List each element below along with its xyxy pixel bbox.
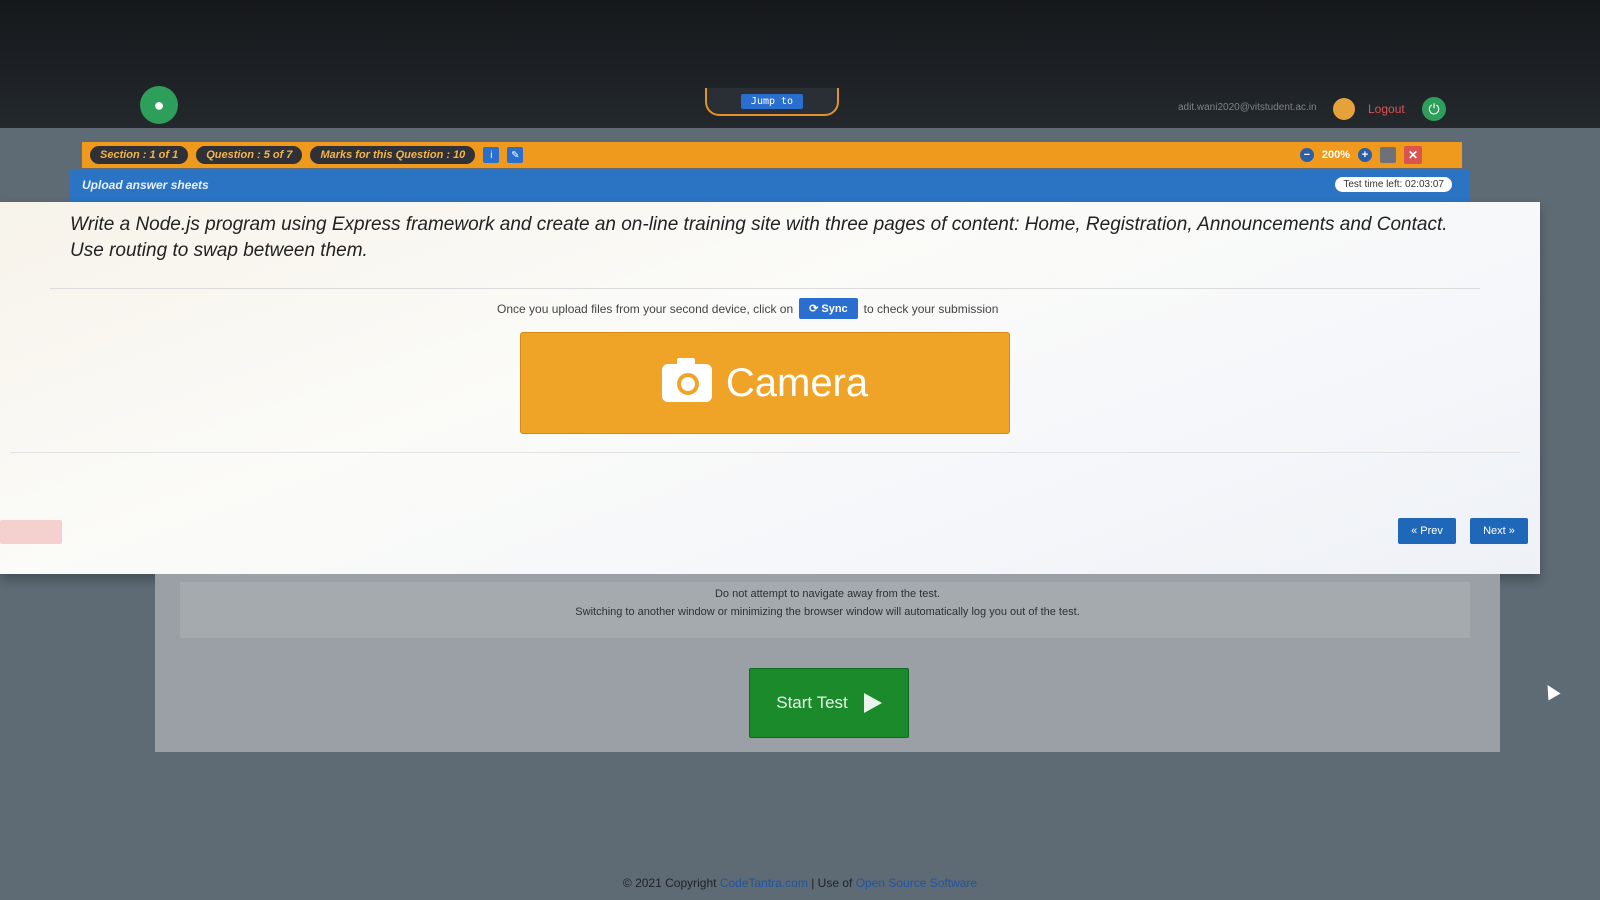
divider: [10, 452, 1520, 453]
sync-button[interactable]: ⟳ Sync: [799, 298, 858, 319]
logout-link[interactable]: Logout: [1368, 102, 1405, 116]
page-title: Upload answer sheets: [82, 178, 209, 192]
calculator-icon[interactable]: [1380, 147, 1396, 163]
refresh-icon: ⟳: [809, 303, 819, 315]
zoom-control: − 200% + ✕: [1299, 146, 1422, 164]
start-test-button[interactable]: Start Test: [749, 668, 909, 738]
comment-icon[interactable]: ✎: [507, 147, 524, 163]
title-bar: Upload answer sheets Test time left: 02:…: [70, 170, 1470, 202]
zoom-out-icon[interactable]: −: [1299, 148, 1314, 162]
mouse-cursor-icon: [1541, 681, 1561, 701]
footer: © 2021 Copyright CodeTantra.com | Use of…: [0, 876, 1600, 890]
timer-badge: Test time left: 02:03:07: [1335, 177, 1452, 192]
codetantra-link[interactable]: CodeTantra.com: [720, 876, 808, 890]
open-source-link[interactable]: Open Source Software: [856, 876, 977, 890]
section-bar: Section : 1 of 1 Question : 5 of 7 Marks…: [82, 142, 1462, 168]
warning-line-1: Do not attempt to navigate away from the…: [714, 588, 940, 600]
close-icon[interactable]: ✕: [1404, 146, 1422, 164]
power-icon[interactable]: ⏻: [1422, 97, 1446, 121]
zoom-level: 200%: [1321, 149, 1350, 161]
next-button[interactable]: Next »: [1470, 518, 1528, 544]
question-badge: Question : 5 of 7: [196, 146, 303, 164]
marks-badge: Marks for this Question : 10: [310, 146, 476, 164]
sync-suffix-text: to check your submission: [863, 301, 999, 316]
camera-button[interactable]: Camera: [520, 332, 1010, 434]
top-navbar: ● Jump to adit.wani2020@vitstudent.ac.in…: [0, 0, 1600, 128]
camera-icon: [661, 358, 712, 402]
user-email: adit.wani2020@vitstudent.ac.in: [1178, 102, 1317, 113]
camera-button-label: Camera: [725, 360, 869, 405]
jump-to-button[interactable]: Jump to: [740, 93, 804, 109]
warning-line-2: Switching to another window or minimizin…: [575, 606, 1080, 618]
user-avatar-icon: [1333, 98, 1355, 120]
faded-side-button[interactable]: [0, 520, 62, 544]
chat-icon[interactable]: ●: [140, 86, 178, 124]
question-panel: Write a Node.js program using Express fr…: [0, 202, 1540, 574]
copyright-text: © 2021 Copyright: [622, 876, 717, 890]
divider: [50, 288, 1480, 289]
prev-button[interactable]: « Prev: [1398, 518, 1456, 544]
sync-instructions: Once you upload files from your second d…: [497, 298, 998, 319]
question-text: Write a Node.js program using Express fr…: [70, 214, 1448, 261]
play-icon: [863, 693, 882, 713]
footer-separator: | Use of: [811, 876, 853, 890]
sync-prefix-text: Once you upload files from your second d…: [497, 301, 794, 316]
start-test-label: Start Test: [776, 693, 848, 712]
instructions-panel: Do not attempt to navigate away from the…: [155, 574, 1500, 752]
zoom-in-icon[interactable]: +: [1358, 148, 1372, 162]
info-icon[interactable]: i: [483, 147, 500, 163]
section-badge: Section : 1 of 1: [90, 146, 189, 164]
jump-to-tab: Jump to: [705, 88, 839, 116]
sync-button-label: Sync: [821, 302, 848, 315]
